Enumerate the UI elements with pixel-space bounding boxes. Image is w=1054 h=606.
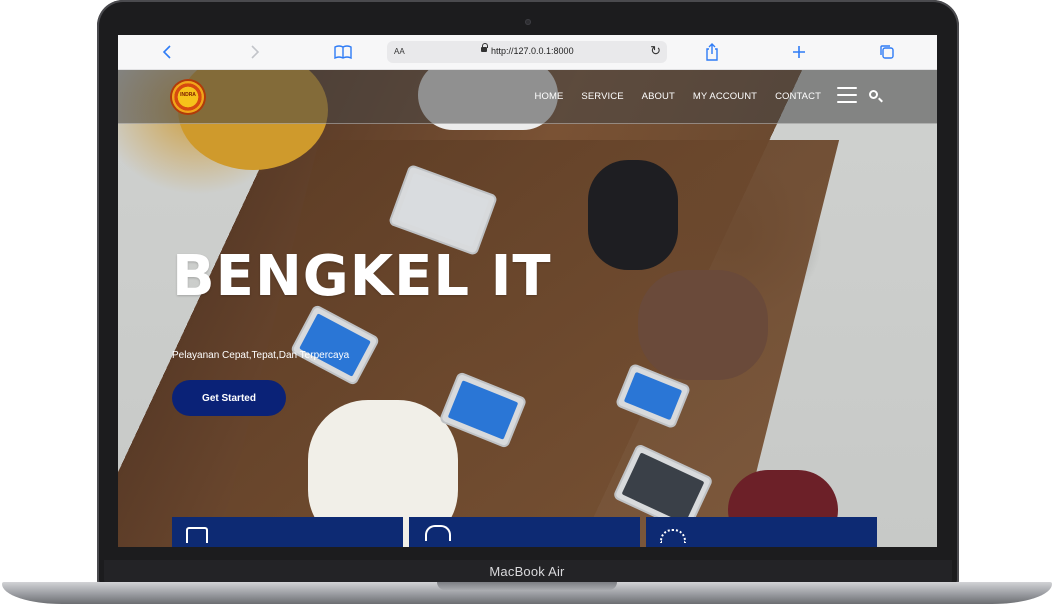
sparkle-icon <box>660 529 686 543</box>
hamburger-menu-icon[interactable] <box>837 87 857 103</box>
tabs-icon[interactable] <box>876 41 898 63</box>
book-icon[interactable] <box>332 41 354 63</box>
service-card[interactable] <box>172 517 403 547</box>
search-icon[interactable] <box>869 90 878 99</box>
hamburger-line <box>837 87 857 89</box>
nav-item-service[interactable]: SERVICE <box>581 91 623 102</box>
nav-item-contact[interactable]: CONTACT <box>775 91 821 102</box>
hero-subtitle: Pelayanan Cepat,Tepat,Dan Terpercaya <box>172 350 350 361</box>
site-navbar: INDRA HOME SERVICE ABOUT MY ACCOUNT CONT… <box>118 70 937 124</box>
device-icon <box>425 525 451 541</box>
main-nav: HOME SERVICE ABOUT MY ACCOUNT CONTACT <box>517 91 821 102</box>
chevron-left-icon[interactable] <box>156 41 178 63</box>
site-logo[interactable]: INDRA <box>172 81 204 113</box>
logo-text: INDRA <box>180 92 196 98</box>
nav-item-home[interactable]: HOME <box>535 91 564 102</box>
lock-icon <box>481 43 488 52</box>
printer-icon <box>186 527 208 543</box>
website: INDRA HOME SERVICE ABOUT MY ACCOUNT CONT… <box>118 70 937 547</box>
laptop-frame: AA http://127.0.0.1:8000 ↻ INDRA HOME SE… <box>0 0 1054 606</box>
get-started-button[interactable]: Get Started <box>172 380 286 416</box>
nav-item-my-account[interactable]: MY ACCOUNT <box>693 91 757 102</box>
laptop-notch <box>437 582 617 590</box>
plus-icon[interactable] <box>788 41 810 63</box>
reader-aa-button[interactable]: AA <box>394 47 405 56</box>
hamburger-line <box>837 101 857 103</box>
screen: AA http://127.0.0.1:8000 ↻ INDRA HOME SE… <box>118 35 937 547</box>
chevron-right-icon[interactable] <box>244 41 266 63</box>
hero-photo-person <box>638 270 768 380</box>
url-text[interactable]: http://127.0.0.1:8000 <box>491 46 574 56</box>
device-brand-label: MacBook Air <box>489 564 565 579</box>
camera-icon <box>525 19 531 25</box>
service-card[interactable] <box>646 517 877 547</box>
hero-title: BENGKEL IT <box>172 244 552 309</box>
nav-item-about[interactable]: ABOUT <box>642 91 675 102</box>
hero-photo-person <box>588 160 678 270</box>
service-card[interactable] <box>409 517 640 547</box>
address-bar[interactable]: AA http://127.0.0.1:8000 ↻ <box>387 41 667 63</box>
hamburger-line <box>837 94 857 96</box>
reload-icon[interactable]: ↻ <box>650 43 661 59</box>
browser-toolbar: AA http://127.0.0.1:8000 ↻ <box>118 35 937 70</box>
share-icon[interactable] <box>701 41 723 63</box>
